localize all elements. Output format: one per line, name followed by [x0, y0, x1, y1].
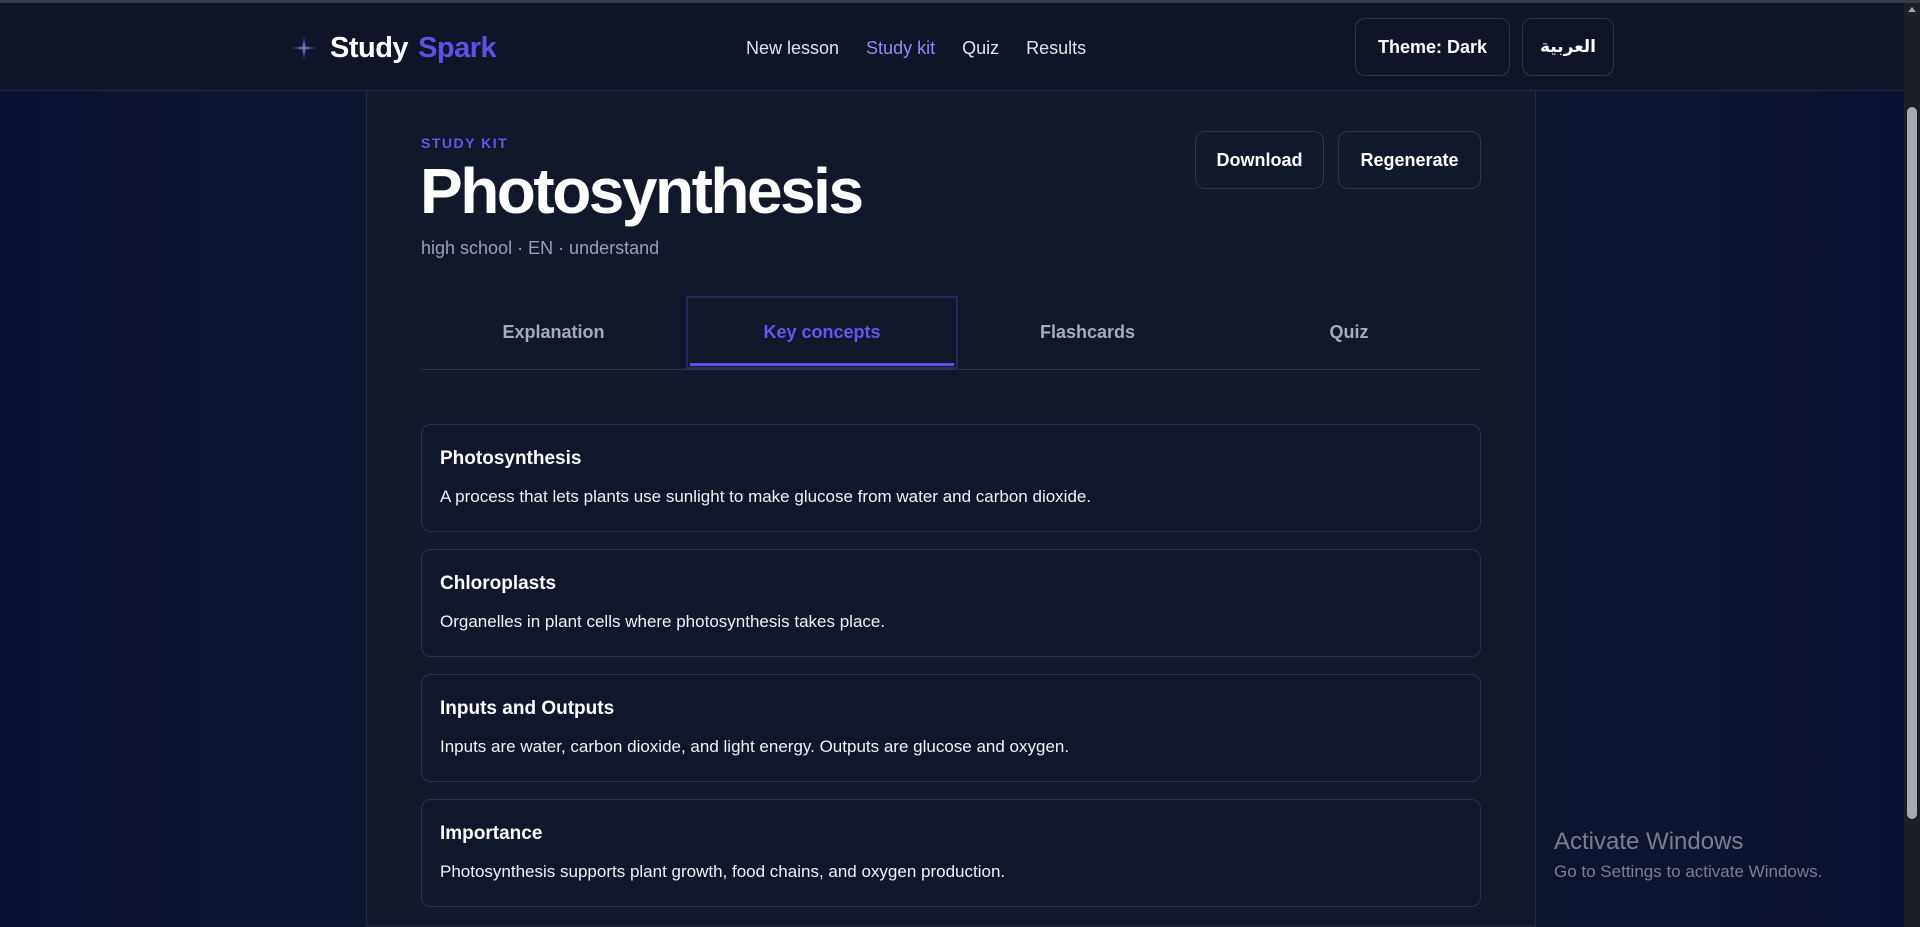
- watermark-subtitle: Go to Settings to activate Windows.: [1554, 862, 1823, 881]
- lesson-meta: high school · EN · understand: [421, 238, 660, 258]
- concept-description: Inputs are water, carbon dioxide, and li…: [440, 737, 1070, 756]
- page-scrollbar[interactable]: [1904, 3, 1920, 927]
- concept-title: Photosynthesis: [440, 448, 582, 469]
- scrollbar-thumb[interactable]: [1907, 107, 1917, 819]
- windows-activation-watermark: Activate Windows Go to Settings to activ…: [1554, 828, 1822, 882]
- concept-card: Chloroplasts Organelles in plant cells w…: [421, 549, 1481, 657]
- tab-flashcards[interactable]: Flashcards: [958, 296, 1217, 369]
- theme-toggle-button[interactable]: Theme: Dark: [1355, 18, 1510, 76]
- concept-description: A process that lets plants use sunlight …: [440, 487, 1092, 506]
- concept-card: Importance Photosynthesis supports plant…: [421, 799, 1481, 907]
- watermark-title: Activate Windows: [1554, 828, 1744, 855]
- study-kit-tabs: Explanation Key concepts Flashcards Quiz: [421, 296, 1481, 370]
- section-kicker: STUDY KIT: [421, 135, 509, 151]
- concept-card: Photosynthesis A process that lets plant…: [421, 424, 1481, 532]
- app-header: Study Spark New lesson Study kit Quiz Re…: [0, 3, 1904, 91]
- key-concepts-list: Photosynthesis A process that lets plant…: [421, 424, 1481, 924]
- brand-name-study: Study: [330, 31, 409, 64]
- download-button[interactable]: Download: [1195, 131, 1324, 189]
- page-title: Photosynthesis: [420, 155, 864, 227]
- nav-quiz[interactable]: Quiz: [962, 35, 999, 61]
- language-toggle-button[interactable]: العربية: [1522, 18, 1614, 76]
- nav-results[interactable]: Results: [1026, 35, 1086, 61]
- tab-key-concepts[interactable]: Key concepts: [686, 296, 958, 369]
- brand-name-spark: Spark: [418, 31, 497, 64]
- study-kit-card: STUDY KIT Photosynthesis high school · E…: [366, 91, 1536, 927]
- regenerate-button[interactable]: Regenerate: [1338, 131, 1481, 189]
- concept-title: Chloroplasts: [440, 573, 557, 594]
- sparkle-icon: [292, 36, 316, 60]
- tab-quiz[interactable]: Quiz: [1217, 296, 1481, 369]
- concept-card: Inputs and Outputs Inputs are water, car…: [421, 674, 1481, 782]
- nav-study-kit[interactable]: Study kit: [866, 35, 935, 61]
- scroll-up-arrow-icon[interactable]: [1908, 7, 1916, 12]
- tab-explanation[interactable]: Explanation: [421, 296, 686, 369]
- brand-logo[interactable]: Study Spark: [290, 31, 497, 65]
- nav-new-lesson[interactable]: New lesson: [746, 35, 839, 61]
- concept-title: Importance: [440, 823, 543, 844]
- concept-title: Inputs and Outputs: [440, 698, 615, 719]
- main-nav: New lesson Study kit Quiz Results: [746, 35, 1113, 61]
- concept-description: Photosynthesis supports plant growth, fo…: [440, 862, 1006, 881]
- concept-description: Organelles in plant cells where photosyn…: [440, 612, 886, 631]
